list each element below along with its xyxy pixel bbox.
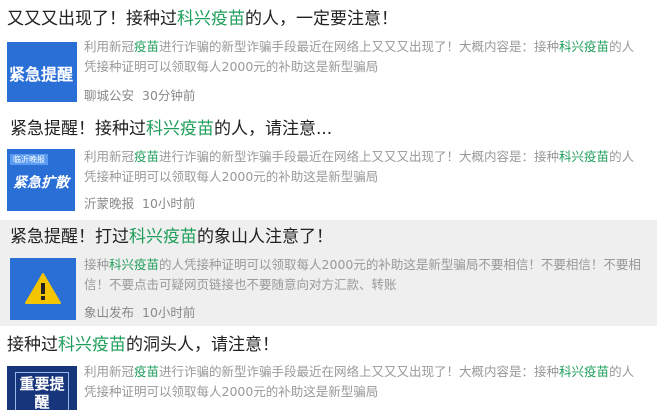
news-snippet: 利用新冠疫苗进行诈骗的新型诈骗手段最近在网络上又又又出现了！大概内容是：接种科兴… (84, 149, 635, 184)
news-thumbnail[interactable]: 紧急提醒 (7, 42, 77, 102)
news-result[interactable]: 接种过科兴疫苗的洞头人，请注意！ 重要提醒 利用新冠疫苗进行诈骗的新型诈骗手段最… (0, 326, 657, 410)
thumbnail-badge: 临沂晚报 (10, 154, 48, 165)
source-name: 聊城公安 (84, 88, 135, 103)
news-snippet: 利用新冠疫苗进行诈骗的新型诈骗手段最近在网络上又又又出现了！大概内容是：接种科兴… (84, 39, 635, 74)
news-title-link[interactable]: 接种过科兴疫苗的洞头人，请注意！ (7, 334, 279, 356)
news-thumbnail[interactable] (10, 258, 76, 320)
title-highlight: 科兴疫苗 (177, 9, 245, 29)
news-title-link[interactable]: 紧急提醒！打过科兴疫苗的象山人注意了！ (10, 226, 333, 248)
news-snippet: 接种科兴疫苗的人凭接种证明可以领取每人2000元的补助这是新型骗局不要相信！不要… (84, 257, 641, 292)
news-thumbnail[interactable]: 重要提醒 (7, 366, 77, 410)
news-result[interactable]: 紧急提醒！打过科兴疫苗的象山人注意了！ 接种科兴疫苗的人凭接种证明可以领取每人2… (0, 220, 657, 326)
news-title-link[interactable]: 又又又出现了！接种过科兴疫苗的人，一定要注意！ (7, 8, 398, 30)
news-result[interactable]: 紧急提醒！接种过科兴疫苗的人，请注意... 临沂晚报 紧急扩散 利用新冠疫苗进行… (0, 112, 657, 220)
news-meta: 象山发布 10小时前 (84, 305, 196, 320)
news-snippet: 利用新冠疫苗进行诈骗的新型诈骗手段最近在网络上又又又出现了！大概内容是：接种科兴… (84, 364, 635, 399)
news-thumbnail[interactable]: 临沂晚报 紧急扩散 (7, 149, 75, 211)
news-result[interactable]: 又又又出现了！接种过科兴疫苗的人，一定要注意！ 紧急提醒 利用新冠疫苗进行诈骗的… (0, 0, 657, 112)
thumbnail-caption: 紧急扩散 (13, 175, 69, 191)
news-meta: 沂蒙晚报 10小时前 (84, 196, 196, 211)
title-text: 的人，一定要注意！ (245, 9, 398, 29)
thumbnail-caption: 紧急提醒 (9, 65, 74, 84)
thumbnail-caption: 重要提醒 (15, 372, 69, 410)
news-meta: 聊城公安 30分钟前 (84, 85, 195, 104)
publish-time: 30分钟前 (142, 88, 196, 103)
warning-icon (25, 273, 61, 304)
title-text: 又又又出现了！接种过 (7, 9, 177, 29)
news-title-link[interactable]: 紧急提醒！接种过科兴疫苗的人，请注意... (10, 118, 332, 140)
